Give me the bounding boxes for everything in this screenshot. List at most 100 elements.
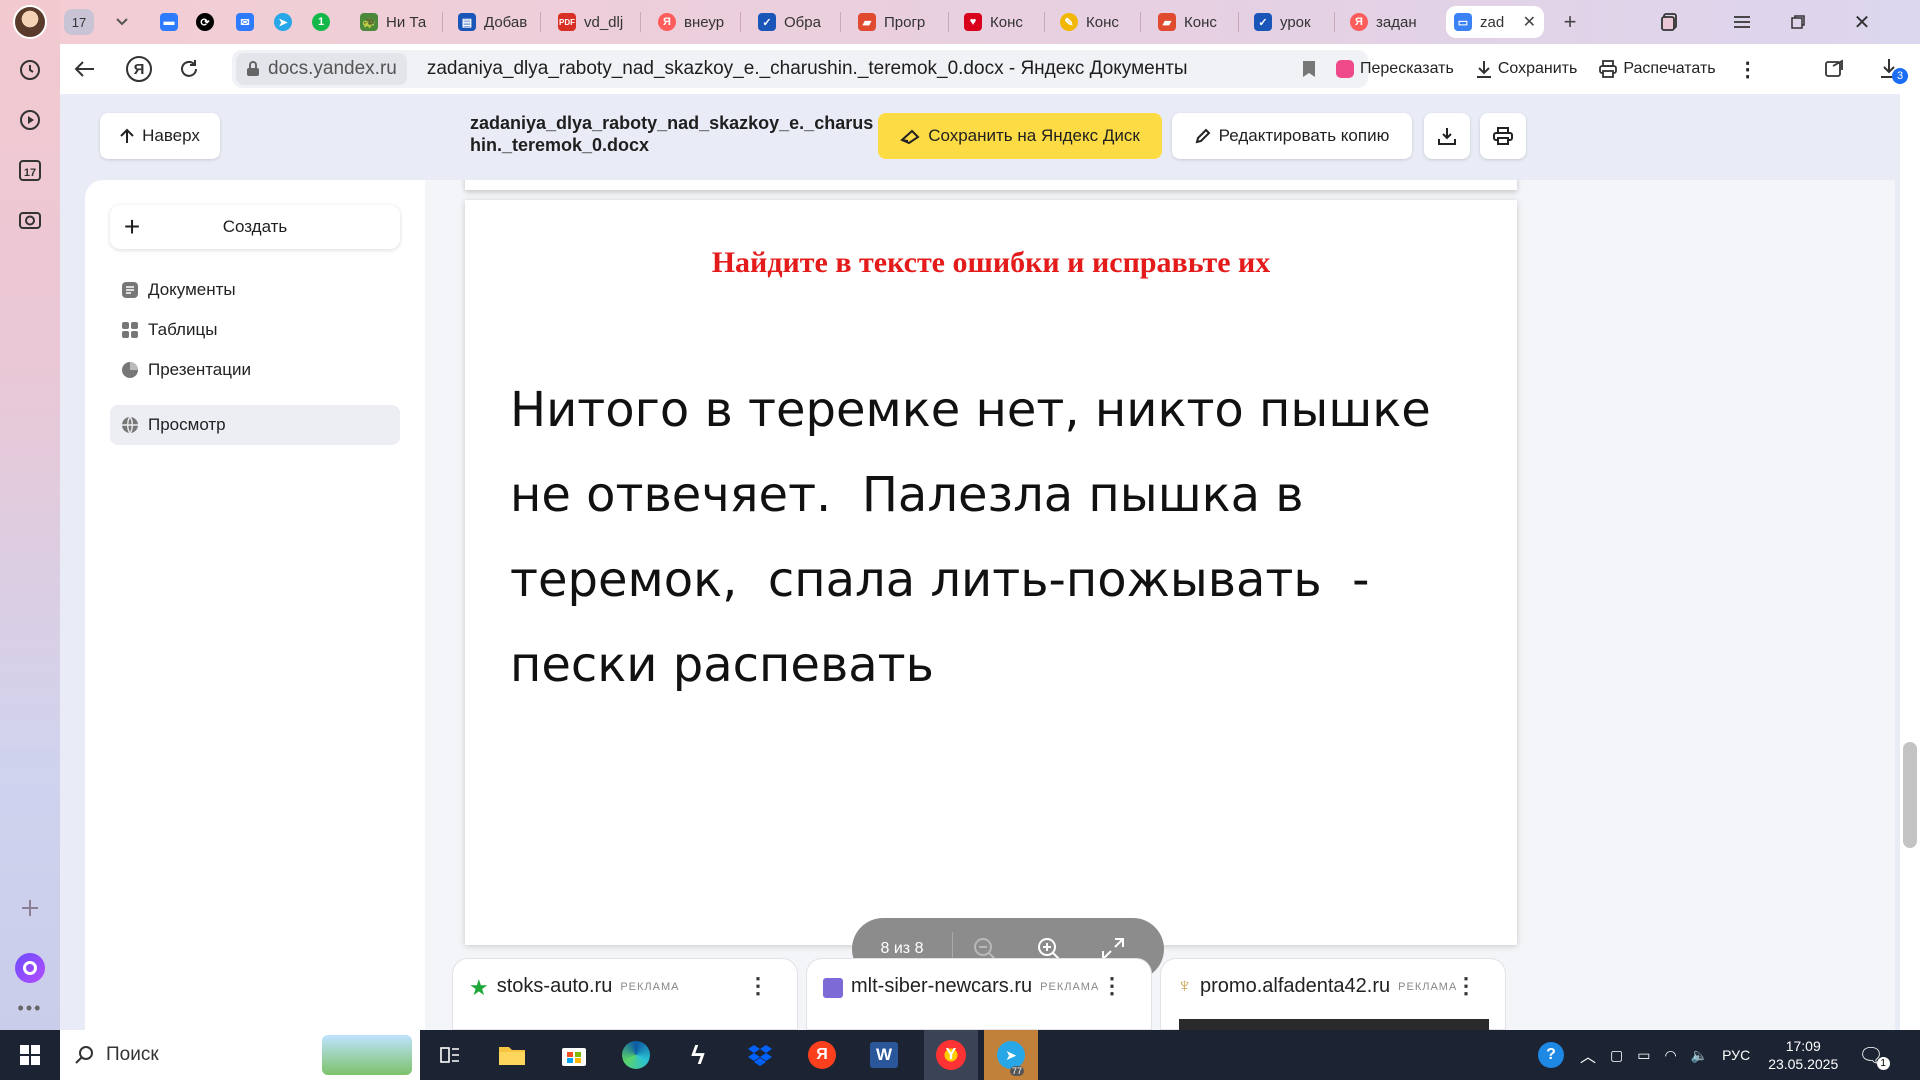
create-button[interactable]: + Создать xyxy=(110,205,400,249)
downloads-icon[interactable]: 3 xyxy=(1872,52,1908,86)
sidebar-item-spreadsheets[interactable]: Таблицы xyxy=(110,310,400,350)
tab[interactable]: ▤ Добав xyxy=(450,6,536,38)
print-button[interactable] xyxy=(1480,113,1526,159)
tab[interactable]: Язадан xyxy=(1342,6,1428,38)
tab-pinned-5[interactable]: 1 xyxy=(304,6,340,38)
tab-pinned-4[interactable]: ➤ xyxy=(266,6,302,38)
windows-start-icon[interactable] xyxy=(10,1035,50,1075)
scrollbar-thumb[interactable] xyxy=(1903,742,1917,848)
retell-button[interactable]: Пересказать xyxy=(1328,52,1462,86)
notifications-icon[interactable]: 🗨 1 xyxy=(1858,1043,1890,1070)
presentation-icon: ▰ xyxy=(858,13,876,31)
clock[interactable]: 17:09 23.05.2025 xyxy=(1768,1037,1838,1073)
scrollbar-track[interactable] xyxy=(1900,94,1920,1030)
telegram-app-icon[interactable]: ➤ 77 xyxy=(984,1030,1038,1080)
tab[interactable]: PDF vd_dlj xyxy=(550,6,636,38)
tab[interactable]: ✎ Конс xyxy=(1052,6,1138,38)
meet-now-icon[interactable]: ▢ xyxy=(1610,1047,1623,1064)
tab-group-counter[interactable]: 17 xyxy=(64,6,100,38)
tab-label: Конс xyxy=(1086,13,1119,31)
file-explorer-icon[interactable] xyxy=(492,1035,532,1075)
collections-icon[interactable] xyxy=(1652,6,1688,38)
tab[interactable]: ✓ урок xyxy=(1246,6,1332,38)
download-button[interactable] xyxy=(1424,113,1470,159)
page-actions: Пересказать Сохранить Распечатать ⋮ xyxy=(1328,50,1766,88)
ad-card[interactable]: ★ stoks-auto.ru РЕКЛАМА ⋮ xyxy=(452,958,798,1030)
tab[interactable]: ♥ Конс xyxy=(956,6,1042,38)
window-restore-icon[interactable] xyxy=(1780,6,1816,38)
more-actions-kebab-icon[interactable]: ⋮ xyxy=(1730,52,1766,86)
edit-copy-button[interactable]: Редактировать копию xyxy=(1172,113,1412,159)
new-tab-plus-icon[interactable]: + xyxy=(1552,6,1588,38)
retell-label: Пересказать xyxy=(1360,60,1454,77)
microsoft-store-icon[interactable] xyxy=(554,1035,594,1075)
window-close-icon[interactable]: ✕ xyxy=(1844,6,1880,38)
more-dots-icon[interactable]: ••• xyxy=(12,990,48,1026)
ad-domain: stoks-auto.ru xyxy=(496,975,613,997)
edge-browser-icon[interactable] xyxy=(616,1035,656,1075)
yandex-browser-icon[interactable]: Y xyxy=(924,1030,978,1080)
pie-chart-icon xyxy=(120,360,140,380)
tab[interactable]: ✓ Обра xyxy=(750,6,836,38)
print-page-button[interactable]: Распечатать xyxy=(1591,52,1723,86)
extensions-icon[interactable] xyxy=(1818,52,1852,86)
tabs-list-chevron-icon[interactable] xyxy=(104,6,140,38)
tab[interactable]: ▰ Конс xyxy=(1150,6,1236,38)
history-icon[interactable] xyxy=(12,52,48,88)
word-icon[interactable]: W xyxy=(864,1035,904,1075)
document-viewer[interactable]: Найдите в тексте ошибки и исправьте их Н… xyxy=(425,180,1895,1030)
chevron-up-icon[interactable]: ︿ xyxy=(1580,1043,1596,1067)
screenshot-camera-icon[interactable] xyxy=(12,202,48,238)
sidebar-item-presentations[interactable]: Презентации xyxy=(110,350,400,390)
back-arrow-icon[interactable] xyxy=(68,52,102,86)
reload-icon[interactable] xyxy=(172,52,206,86)
tab[interactable]: Явнеур xyxy=(650,6,736,38)
menu-hamburger-icon[interactable] xyxy=(1724,6,1760,38)
checkmark-icon: ✓ xyxy=(1254,13,1272,31)
sidebar-item-viewer[interactable]: Просмотр xyxy=(110,405,400,445)
yandex-logo-icon[interactable]: Я xyxy=(122,52,156,86)
dropbox-icon[interactable] xyxy=(740,1035,780,1075)
lightning-app-icon[interactable]: ϟ xyxy=(678,1035,718,1075)
bookmark-icon[interactable] xyxy=(1292,52,1326,86)
task-view-icon[interactable] xyxy=(430,1035,470,1075)
yandex-app-icon[interactable]: Я xyxy=(802,1035,842,1075)
save-page-button[interactable]: Сохранить xyxy=(1468,52,1586,86)
sidebar-item-label: Просмотр xyxy=(148,415,226,434)
printer-icon xyxy=(1493,127,1513,145)
ad-menu-kebab-icon[interactable]: ⋮ xyxy=(1455,973,1477,999)
calendar-icon[interactable]: 17 xyxy=(12,152,48,188)
wifi-icon[interactable]: ◠ xyxy=(1664,1047,1676,1064)
tab[interactable]: 🐢 Ни Та xyxy=(352,6,440,38)
url-bar[interactable]: docs.yandex.ru zadaniya_dlya_raboty_nad_… xyxy=(232,50,1368,88)
domain-chip[interactable]: docs.yandex.ru xyxy=(236,53,407,85)
previous-page-edge xyxy=(465,180,1517,190)
ad-menu-kebab-icon[interactable]: ⋮ xyxy=(747,973,769,999)
page-body-text: Нитого в теремке нет, никто пышке не отв… xyxy=(510,382,1447,693)
profile-avatar[interactable] xyxy=(12,4,48,40)
scroll-up-button[interactable]: Наверх xyxy=(100,113,220,159)
alice-assistant-icon[interactable] xyxy=(12,950,48,986)
ad-card[interactable]: mlt-siber-newcars.ru РЕКЛАМА ⋮ xyxy=(806,958,1152,1030)
language-indicator[interactable]: РУС xyxy=(1722,1047,1750,1063)
volume-icon[interactable]: 🔈 xyxy=(1691,1047,1708,1064)
tab-pinned-1[interactable]: ▬ xyxy=(152,6,188,38)
scroll-up-label: Наверх xyxy=(142,126,200,145)
battery-icon[interactable]: ▭ xyxy=(1637,1047,1650,1064)
save-to-disk-button[interactable]: Сохранить на Яндекс Диск xyxy=(878,113,1162,159)
ad-domain: promo.alfadenta42.ru xyxy=(1200,975,1391,997)
tab-active[interactable]: ▭ zad ✕ xyxy=(1446,6,1544,38)
ad-card[interactable]: ♆ promo.alfadenta42.ru РЕКЛАМА ⋮ xyxy=(1160,958,1506,1031)
video-play-icon[interactable] xyxy=(12,102,48,138)
close-tab-icon[interactable]: ✕ xyxy=(1523,12,1536,32)
tab-pinned-2[interactable]: ⟳ xyxy=(188,6,224,38)
sidebar-item-documents[interactable]: Документы xyxy=(110,270,400,310)
taskbar-search[interactable]: Поиск xyxy=(60,1030,420,1080)
tab[interactable]: ▰ Прогр xyxy=(850,6,946,38)
calendar-day: 17 xyxy=(24,167,36,179)
ad-menu-kebab-icon[interactable]: ⋮ xyxy=(1101,973,1123,999)
add-panel-icon[interactable] xyxy=(12,890,48,926)
help-question-icon[interactable]: ? xyxy=(1538,1042,1564,1068)
print-label: Распечатать xyxy=(1623,60,1716,77)
tab-pinned-3[interactable]: ✉ xyxy=(228,6,264,38)
